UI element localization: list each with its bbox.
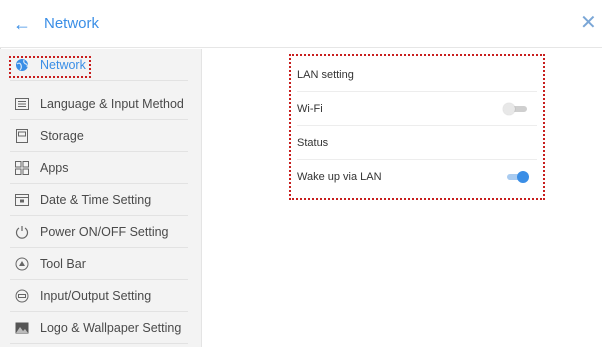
- sidebar-item-power[interactable]: Power ON/OFF Setting: [10, 216, 188, 248]
- close-button[interactable]: ✕: [580, 12, 602, 34]
- input-output-icon: [14, 288, 30, 304]
- sidebar-item-input-output[interactable]: Input/Output Setting: [10, 280, 188, 312]
- sidebar-item-label: Logo & Wallpaper Setting: [40, 320, 182, 335]
- sidebar-item-label: Apps: [40, 160, 69, 175]
- apps-grid-icon: [14, 160, 30, 176]
- title-bar: ← Network ✕: [0, 0, 602, 48]
- sidebar: Network Language & Input Method Storage: [0, 49, 202, 347]
- close-icon: ✕: [580, 12, 597, 34]
- sidebar-item-storage[interactable]: Storage: [10, 120, 188, 152]
- power-icon: [14, 224, 30, 240]
- calendar-icon: [14, 192, 30, 208]
- keyboard-icon: [14, 96, 30, 112]
- sidebar-item-label: Input/Output Setting: [40, 288, 152, 303]
- page-title: Network: [44, 15, 100, 32]
- sidebar-item-label: Power ON/OFF Setting: [40, 224, 169, 239]
- sidebar-item-date-time[interactable]: Date & Time Setting: [10, 184, 188, 216]
- image-icon: [14, 320, 30, 336]
- back-button[interactable]: ←: [12, 14, 32, 34]
- sidebar-item-logo-wallpaper[interactable]: Logo & Wallpaper Setting: [10, 312, 188, 344]
- arrow-left-icon: ←: [13, 13, 31, 34]
- sidebar-item-label: Date & Time Setting: [40, 192, 152, 207]
- toolbar-icon: [14, 256, 30, 272]
- storage-icon: [14, 128, 30, 144]
- sidebar-item-label: Storage: [40, 128, 84, 143]
- sidebar-item-apps[interactable]: Apps: [10, 152, 188, 184]
- highlight-network: [9, 56, 91, 78]
- highlight-settings: [289, 54, 545, 200]
- sidebar-item-label: Tool Bar: [40, 256, 86, 271]
- sidebar-item-language[interactable]: Language & Input Method: [10, 88, 188, 120]
- content-panel: LAN setting Wi-Fi Status Wake up via LAN: [203, 49, 602, 347]
- sidebar-item-label: Language & Input Method: [40, 96, 184, 111]
- sidebar-item-tool-bar[interactable]: Tool Bar: [10, 248, 188, 280]
